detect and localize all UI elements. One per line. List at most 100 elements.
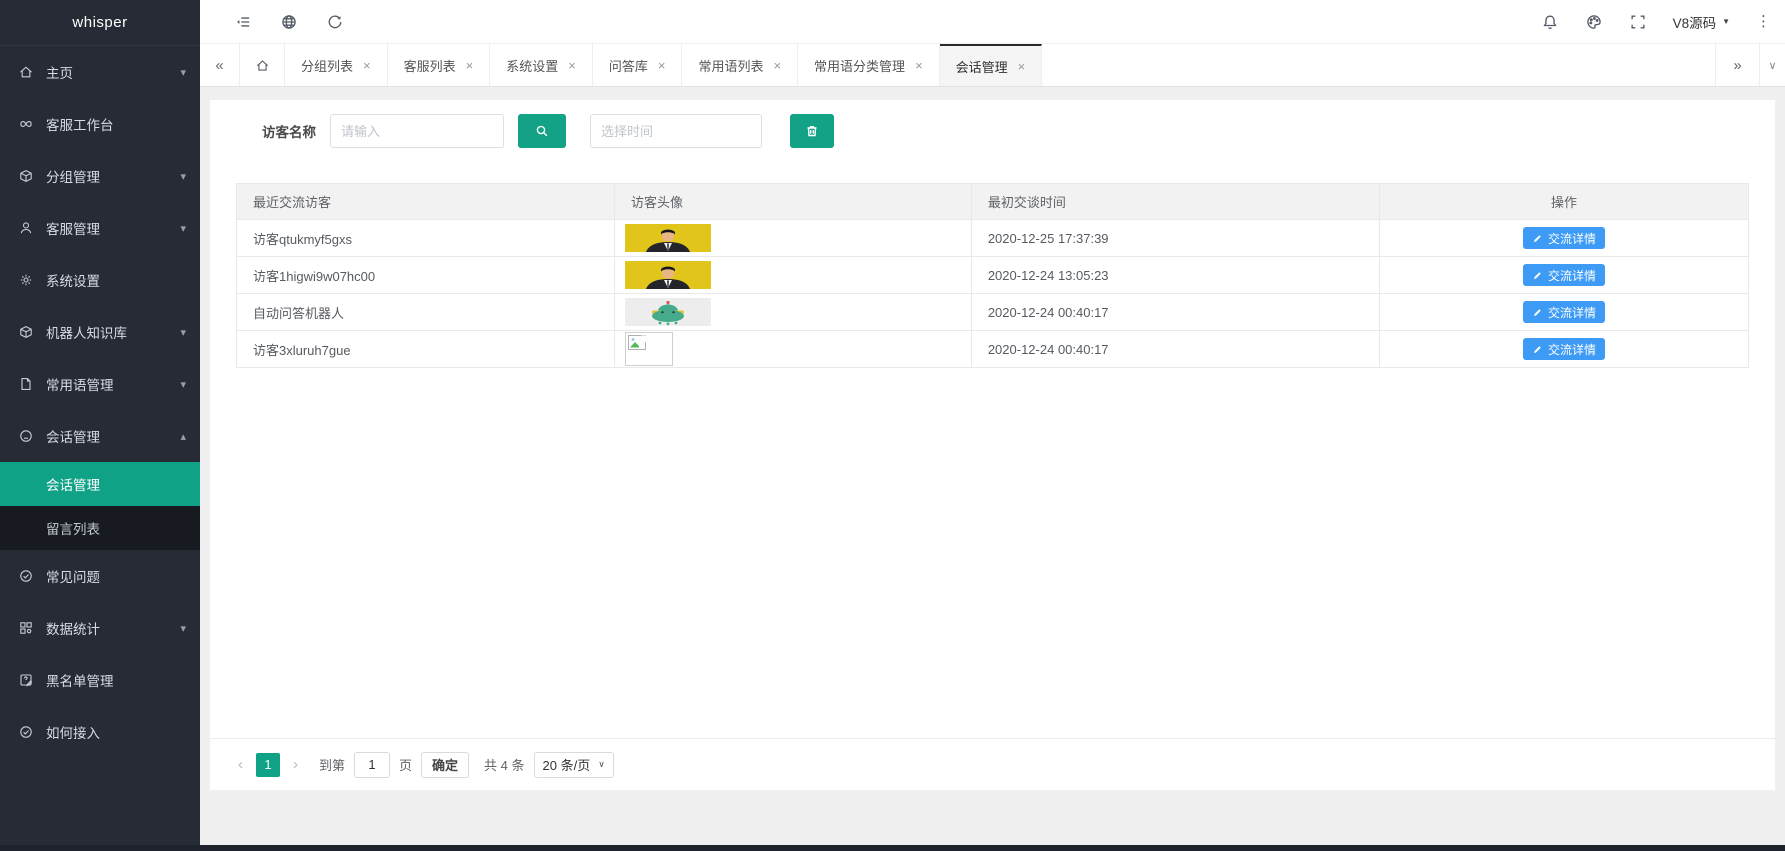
column-header-visitor-avatar: 访客头像 <box>615 184 972 220</box>
table-row: 访客3xluruh7gue 2020-12-24 00:40:17 <box>237 331 1749 368</box>
infinity-icon <box>18 116 34 132</box>
sidebar-item-how-to-connect[interactable]: 如何接入 <box>0 706 200 758</box>
goto-page-input[interactable] <box>354 752 390 778</box>
close-icon[interactable]: × <box>773 58 781 73</box>
chat-icon <box>18 428 34 444</box>
home-tab[interactable] <box>240 44 285 86</box>
sidebar-item-home[interactable]: 主页 ▾ <box>0 46 200 98</box>
first-chat-time: 2020-12-25 17:37:39 <box>971 220 1379 257</box>
tab-group-list[interactable]: 分组列表 × <box>285 44 388 86</box>
first-chat-time: 2020-12-24 13:05:23 <box>971 257 1379 294</box>
first-chat-time: 2020-12-24 00:40:17 <box>971 294 1379 331</box>
robot-avatar <box>625 298 711 326</box>
search-icon <box>534 123 550 139</box>
date-picker-input[interactable] <box>590 114 762 148</box>
fullscreen-icon[interactable] <box>1629 13 1647 31</box>
gear-icon <box>18 272 34 288</box>
broken-image-icon <box>625 332 673 366</box>
sidebar-item-statistics[interactable]: 数据统计 ▾ <box>0 602 200 654</box>
app-logo: whisper <box>0 0 200 46</box>
first-chat-time: 2020-12-24 00:40:17 <box>971 331 1379 368</box>
table-row: 访客qtukmyf5gxs 2020-12-25 17:37:39 <box>237 220 1749 257</box>
table-row: 自动问答机器人 2020-12-24 00:40:17 <box>237 294 1749 331</box>
sidebar-subitem-session-management[interactable]: 会话管理 <box>0 462 200 506</box>
scroll-tabs-left-icon[interactable]: « <box>200 44 240 86</box>
sidebar-item-agent-management[interactable]: 客服管理 ▾ <box>0 202 200 254</box>
sidebar-item-system-settings[interactable]: 系统设置 <box>0 254 200 306</box>
chat-detail-button[interactable]: 交流详情 <box>1523 301 1605 323</box>
chevron-down-icon: ▾ <box>180 622 186 635</box>
search-button[interactable] <box>518 114 566 148</box>
visitor-name: 自动问答机器人 <box>237 294 615 331</box>
chevron-down-icon: ▾ <box>180 170 186 183</box>
sidebar-item-faq[interactable]: 常见问题 <box>0 550 200 602</box>
sidebar: whisper 主页 ▾ 客服工作台 分组管理 ▾ 客服管理 ▾ 系统设置 <box>0 0 200 851</box>
chat-detail-button[interactable]: 交流详情 <box>1523 264 1605 286</box>
scroll-tabs-right-icon[interactable]: » <box>1715 44 1759 86</box>
tab-phrase-category-management[interactable]: 常用语分类管理 × <box>798 44 940 86</box>
blacklist-icon <box>18 672 34 688</box>
sessions-table: 最近交流访客 访客头像 最初交谈时间 操作 访客qtukmyf5gxs <box>236 183 1749 368</box>
column-header-actions: 操作 <box>1380 184 1749 220</box>
visitor-name-input[interactable] <box>330 114 504 148</box>
sidebar-item-common-phrases[interactable]: 常用语管理 ▾ <box>0 358 200 410</box>
delete-button[interactable] <box>790 114 834 148</box>
collapse-sidebar-icon[interactable] <box>234 13 252 31</box>
chevron-down-icon: ▾ <box>180 222 186 235</box>
caret-down-icon: ▼ <box>1722 17 1730 26</box>
bottom-strip <box>0 845 1785 851</box>
document-icon <box>18 376 34 392</box>
topbar: V8源码 ▼ ⋮ <box>200 0 1785 44</box>
close-icon[interactable]: × <box>658 58 666 73</box>
visitor-name-label: 访客名称 <box>262 121 316 141</box>
current-page-button[interactable]: 1 <box>256 753 280 777</box>
visitor-avatar <box>625 261 711 289</box>
theme-palette-icon[interactable] <box>1585 13 1603 31</box>
close-icon[interactable]: × <box>1018 59 1026 74</box>
cube-icon <box>18 168 34 184</box>
sidebar-item-session-management[interactable]: 会话管理 ▴ <box>0 410 200 462</box>
pencil-icon <box>1532 307 1543 318</box>
close-icon[interactable]: × <box>466 58 474 73</box>
circle-check-icon <box>18 724 34 740</box>
visitor-name: 访客qtukmyf5gxs <box>237 220 615 257</box>
tab-system-settings[interactable]: 系统设置 × <box>490 44 593 86</box>
page-size-select[interactable]: 20 条/页 ∨ <box>534 752 614 778</box>
sidebar-subitem-message-list[interactable]: 留言列表 <box>0 506 200 550</box>
close-icon[interactable]: × <box>363 58 371 73</box>
pagination: ‹ 1 › 到第 页 确定 共 4 条 20 条/页 ∨ <box>210 738 1775 790</box>
sidebar-item-blacklist[interactable]: 黑名单管理 <box>0 654 200 706</box>
sidebar-item-group-management[interactable]: 分组管理 ▾ <box>0 150 200 202</box>
tab-qa-library[interactable]: 问答库 × <box>593 44 683 86</box>
refresh-icon[interactable] <box>326 13 344 31</box>
total-count-label: 共 4 条 <box>484 755 524 774</box>
tab-common-phrase-list[interactable]: 常用语列表 × <box>682 44 798 86</box>
bell-icon[interactable] <box>1541 13 1559 31</box>
visitor-name: 访客3xluruh7gue <box>237 331 615 368</box>
page-unit-label: 页 <box>399 755 412 774</box>
search-form: 访客名称 <box>210 100 1775 148</box>
next-page-icon[interactable]: › <box>289 756 302 773</box>
close-icon[interactable]: × <box>915 58 923 73</box>
sidebar-item-workbench[interactable]: 客服工作台 <box>0 98 200 150</box>
close-icon[interactable]: × <box>568 58 576 73</box>
prev-page-icon[interactable]: ‹ <box>234 756 247 773</box>
chevron-up-icon: ▴ <box>180 430 186 443</box>
tab-actions-dropdown-icon[interactable]: ∨ <box>1759 44 1785 86</box>
user-icon <box>18 220 34 236</box>
visitor-avatar <box>625 224 711 252</box>
confirm-page-button[interactable]: 确定 <box>421 752 469 778</box>
globe-icon[interactable] <box>280 13 298 31</box>
chat-detail-button[interactable]: 交流详情 <box>1523 227 1605 249</box>
tab-session-management[interactable]: 会话管理 × <box>940 44 1043 86</box>
tab-agent-list[interactable]: 客服列表 × <box>388 44 491 86</box>
more-menu-icon[interactable]: ⋮ <box>1756 14 1771 29</box>
sidebar-item-robot-knowledge[interactable]: 机器人知识库 ▾ <box>0 306 200 358</box>
pencil-icon <box>1532 270 1543 281</box>
home-icon <box>255 58 270 73</box>
chat-detail-button[interactable]: 交流详情 <box>1523 338 1605 360</box>
pencil-icon <box>1532 233 1543 244</box>
trash-icon <box>804 123 820 139</box>
version-dropdown[interactable]: V8源码 ▼ <box>1673 12 1730 32</box>
circle-check-icon <box>18 568 34 584</box>
